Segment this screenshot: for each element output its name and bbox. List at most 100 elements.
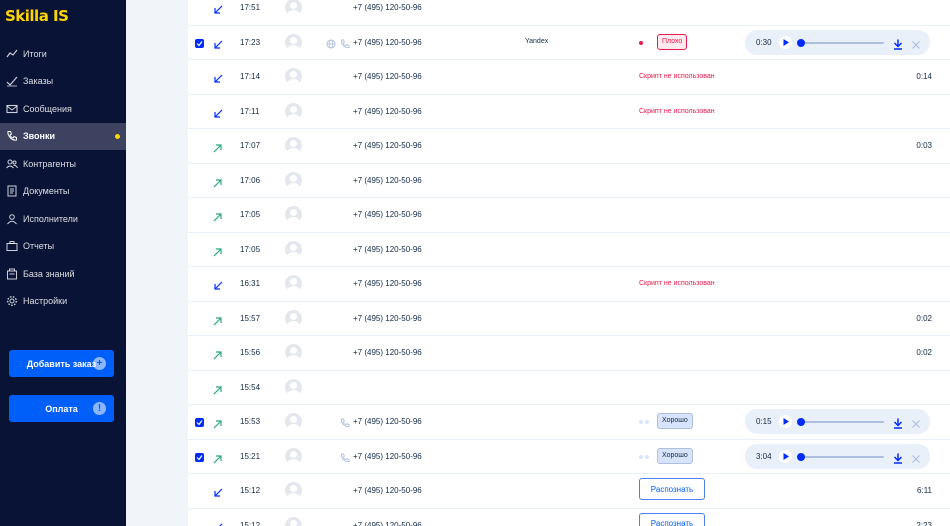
payment-label: Оплата: [45, 403, 78, 414]
phone-number: +7 (495) 120-50-96: [353, 520, 422, 526]
call-row[interactable]: 17:23 +7 (495) 120-50-96 Yandex Плохо 0:30: [188, 26, 950, 60]
phone-icon: [340, 415, 350, 428]
phone-icon: [5, 130, 18, 143]
progress-track[interactable]: [798, 455, 884, 458]
call-source: Yandex: [525, 37, 549, 45]
sidebar-item-label: Документы: [23, 186, 70, 197]
sidebar-item[interactable]: Настройки: [0, 288, 126, 316]
document-icon: [5, 185, 18, 198]
row-checkbox[interactable]: [195, 418, 204, 427]
grade-dot: [639, 40, 643, 45]
avatar: [285, 413, 302, 430]
recognize-button[interactable]: Распознать: [639, 478, 705, 500]
avatar: [285, 275, 302, 292]
call-row[interactable]: 15:56 +7 (495) 120-50-96 0:02: [188, 336, 950, 371]
alert-icon: !: [93, 402, 106, 415]
check-icon: [5, 75, 18, 88]
sidebar-item[interactable]: Итоги: [0, 40, 126, 68]
sidebar-item[interactable]: Сообщения: [0, 95, 126, 123]
sidebar-item[interactable]: Исполнители: [0, 205, 126, 233]
incoming-call-icon: [213, 485, 223, 497]
people-icon: [5, 157, 18, 170]
play-icon[interactable]: [779, 35, 792, 49]
library-icon: [5, 267, 18, 280]
sidebar-item-label: Сообщения: [23, 103, 72, 114]
sidebar-item-label: Отчеты: [23, 241, 55, 252]
add-order-button[interactable]: Добавить заказ +: [9, 350, 114, 377]
sidebar-item-label: Настройки: [23, 296, 68, 307]
progress-track[interactable]: [798, 41, 884, 44]
download-icon[interactable]: [893, 37, 903, 50]
row-checkbox[interactable]: [195, 452, 204, 462]
sidebar-item[interactable]: Заказы: [0, 68, 126, 96]
progress-knob[interactable]: [797, 452, 805, 461]
download-icon[interactable]: [893, 451, 903, 464]
avatar: [285, 378, 302, 396]
phone-number: +7 (495) 120-50-96: [353, 451, 422, 461]
call-row[interactable]: 17:06 +7 (495) 120-50-96: [188, 164, 950, 198]
call-time: 17:06: [240, 175, 261, 185]
call-time: 17:14: [240, 72, 261, 81]
call-row[interactable]: 17:14 +7 (495) 120-50-96 Скрипт не использ…: [188, 60, 950, 95]
call-duration: 0:03: [916, 141, 932, 150]
call-row[interactable]: 17:05 +7 (495) 120-50-96: [188, 233, 950, 267]
progress-knob[interactable]: [797, 418, 805, 426]
person-icon: [5, 212, 18, 225]
audio-player: 0:30: [745, 29, 930, 55]
script-warning: Скрипт не использован: [639, 73, 715, 80]
sidebar-item[interactable]: База знаний: [0, 260, 126, 288]
download-icon[interactable]: [893, 416, 903, 429]
avatar: [285, 171, 302, 189]
call-row[interactable]: 16:31 +7 (495) 120-50-96 Скрипт не использ…: [188, 267, 950, 302]
phone-number: +7 (495) 120-50-96: [353, 244, 422, 254]
call-row[interactable]: 15:54: [188, 371, 950, 405]
sidebar-item-label: Итоги: [23, 48, 47, 59]
call-duration: 0:02: [916, 313, 932, 323]
phone-number: +7 (495) 120-50-96: [353, 313, 422, 323]
call-duration: 0:02: [916, 348, 932, 357]
sidebar-item[interactable]: Контрагенты: [0, 150, 126, 178]
script-warning: Скрипт не использован: [639, 280, 715, 287]
sidebar-item[interactable]: Отчеты: [0, 233, 126, 261]
calls-list: 17:51 +7 (495) 120-50-96 17:23 +7 (495) 120…: [188, 0, 950, 526]
player-time: 3:04: [756, 451, 772, 461]
sidebar: Skilla IS Итоги Заказы Сообщения Звонки Конт…: [0, 0, 126, 526]
phone-number: +7 (495) 120-50-96: [353, 175, 422, 185]
close-icon[interactable]: [911, 451, 921, 463]
gear-icon: [5, 295, 18, 308]
call-row[interactable]: 17:07 +7 (495) 120-50-96 0:03: [188, 129, 950, 164]
player-time: 0:15: [756, 417, 772, 426]
call-row[interactable]: 15:57 +7 (495) 120-50-96 0:02: [188, 302, 950, 336]
mail-icon: [5, 102, 18, 115]
call-row[interactable]: 15:53 +7 (495) 120-50-96 Хорошо 0:15: [188, 405, 950, 440]
outgoing-call-icon: [213, 140, 223, 153]
avatar: [285, 482, 302, 499]
avatar: [285, 240, 302, 258]
outgoing-call-icon: [213, 382, 223, 394]
call-time: 15:54: [240, 382, 261, 392]
call-row[interactable]: 15:12 +7 (495) 120-50-96 Распознать 2:23: [188, 509, 950, 526]
play-icon[interactable]: [779, 415, 792, 428]
call-row[interactable]: 17:05 +7 (495) 120-50-96: [188, 198, 950, 233]
call-time: 15:21: [240, 451, 261, 461]
progress-track[interactable]: [798, 421, 884, 423]
payment-button[interactable]: Оплата !: [9, 395, 114, 422]
avatar: [285, 344, 302, 361]
row-checkbox[interactable]: [195, 38, 204, 48]
call-row[interactable]: 17:51 +7 (495) 120-50-96: [188, 0, 950, 26]
sidebar-item[interactable]: Документы: [0, 178, 126, 206]
script-warning: Скрипт не использован: [639, 107, 715, 115]
play-icon[interactable]: [779, 449, 792, 463]
sidebar-item[interactable]: Звонки: [0, 122, 126, 150]
call-time: 17:23: [240, 37, 261, 47]
close-icon[interactable]: [911, 416, 921, 428]
call-row[interactable]: 15:12 +7 (495) 120-50-96 Распознать 6:11: [188, 474, 950, 509]
call-row[interactable]: 17:11 +7 (495) 120-50-96 Скрипт не использ…: [188, 95, 950, 129]
outgoing-call-icon: [213, 244, 223, 256]
phone-number: +7 (495) 120-50-96: [353, 486, 422, 495]
close-icon[interactable]: [911, 37, 921, 49]
call-row[interactable]: 15:21 +7 (495) 120-50-96 Хорошо 3:04: [188, 440, 950, 474]
recognize-button[interactable]: Распознать: [639, 512, 705, 526]
progress-knob[interactable]: [797, 38, 805, 47]
grade-dot: [639, 454, 643, 459]
